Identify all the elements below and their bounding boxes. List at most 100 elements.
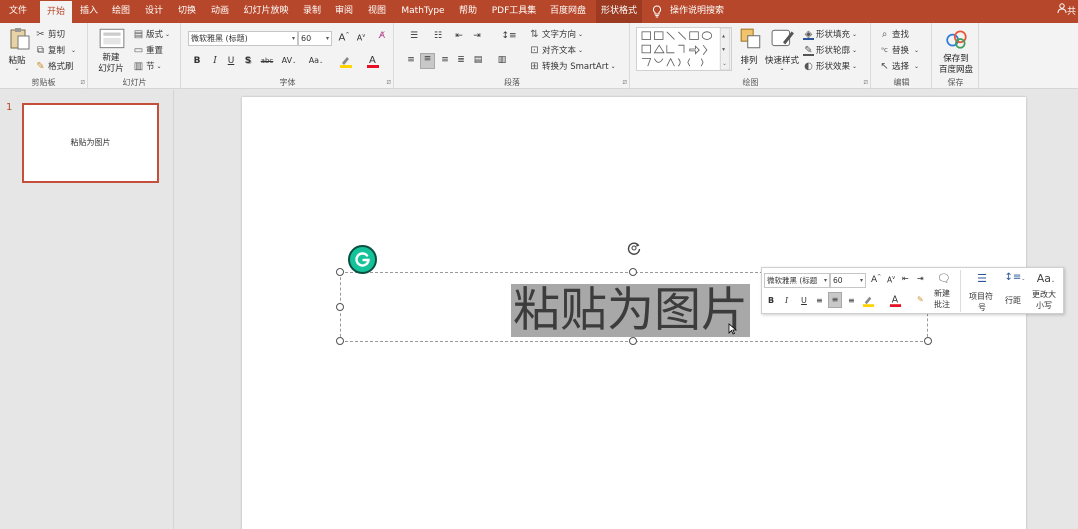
- tab-mathtype[interactable]: MathType: [397, 0, 449, 23]
- mini-new-comment-button[interactable]: 🗨 新建 批注: [930, 272, 958, 312]
- bold-button[interactable]: B: [191, 56, 203, 66]
- mini-increase-indent-icon[interactable]: ⇥: [917, 274, 924, 283]
- align-left-button[interactable]: ≡: [405, 55, 417, 65]
- paste-button[interactable]: 粘贴 ⌄: [4, 27, 30, 73]
- arrange-icon: [740, 28, 761, 49]
- format-painter-button[interactable]: ✎ 格式刷: [35, 60, 73, 73]
- font-size-combo[interactable]: 60 ▾: [298, 31, 332, 46]
- layout-button[interactable]: ▤ 版式 ⌄: [133, 28, 170, 41]
- mini-grow-font-button[interactable]: A^: [871, 274, 881, 285]
- save-to-netdisk-button[interactable]: 保存到 百度网盘: [935, 27, 977, 75]
- tab-help[interactable]: 帮助: [455, 0, 481, 23]
- grow-font-button[interactable]: A^: [338, 32, 350, 43]
- mini-underline-button[interactable]: U: [801, 296, 807, 305]
- mini-align-right-icon[interactable]: ≡: [848, 296, 855, 305]
- mini-shrink-font-button[interactable]: Av: [887, 275, 895, 285]
- find-button[interactable]: ⌕ 查找: [879, 28, 909, 41]
- font-launcher-icon[interactable]: ⧄: [387, 78, 391, 87]
- tab-home[interactable]: 开始: [40, 1, 72, 23]
- mini-format-painter-icon[interactable]: ✎: [917, 295, 924, 304]
- tab-shape-format[interactable]: 形状格式: [596, 0, 642, 23]
- shape-effects-button[interactable]: ◐ 形状效果 ⌄: [803, 60, 857, 73]
- justify-button[interactable]: ≣: [455, 55, 467, 65]
- tab-slideshow[interactable]: 幻灯片放映: [240, 0, 292, 23]
- text-shadow-button[interactable]: S: [242, 56, 254, 66]
- paragraph-launcher-icon[interactable]: ⧄: [623, 78, 627, 87]
- shrink-font-button[interactable]: Av: [355, 33, 367, 43]
- text-direction-button[interactable]: ⇅ 文字方向 ⌄: [529, 28, 583, 41]
- tab-transitions[interactable]: 切换: [174, 0, 200, 23]
- shape-fill-button[interactable]: ◈ 形状填充 ⌄: [803, 28, 857, 40]
- underline-button[interactable]: U: [225, 56, 237, 66]
- mini-italic-button[interactable]: I: [785, 296, 788, 305]
- replace-button[interactable]: ᵃc 替换 ⌄: [879, 44, 919, 57]
- font-color-button[interactable]: A: [364, 54, 382, 71]
- cut-button[interactable]: ✂ 剪切: [35, 28, 65, 41]
- char-spacing-button[interactable]: AV⌄: [280, 56, 298, 65]
- distributed-button[interactable]: ▤: [472, 55, 484, 65]
- clipboard-launcher-icon[interactable]: ⧄: [81, 78, 85, 87]
- new-slide-button[interactable]: 新建 幻灯片: [93, 27, 129, 74]
- resize-handle-left[interactable]: [336, 303, 344, 311]
- convert-smartart-button[interactable]: ⊞ 转换为 SmartArt ⌄: [529, 60, 615, 73]
- resize-handle-top-left[interactable]: [336, 268, 344, 276]
- tab-draw[interactable]: 绘图: [108, 0, 134, 23]
- select-button[interactable]: ↖ 选择 ⌄: [879, 60, 919, 73]
- mini-font-name-combo[interactable]: 微软雅黑 (标题 ▾: [764, 273, 830, 288]
- numbering-button[interactable]: ☷: [427, 31, 449, 41]
- slide-thumbnail[interactable]: 粘贴为图片: [22, 103, 159, 183]
- strikethrough-button[interactable]: abc: [258, 57, 276, 65]
- tab-review[interactable]: 审阅: [331, 0, 357, 23]
- mini-align-left-icon[interactable]: ≡: [816, 296, 823, 305]
- tell-me-search[interactable]: 操作说明搜索: [652, 0, 724, 23]
- clear-formatting-icon[interactable]: A̸: [376, 31, 388, 41]
- copy-dropdown-icon[interactable]: ⌄: [71, 47, 76, 54]
- tab-view[interactable]: 视图: [364, 0, 390, 23]
- increase-indent-button[interactable]: ⇥: [471, 31, 483, 41]
- decrease-indent-button[interactable]: ⇤: [453, 31, 465, 41]
- mini-highlight-button[interactable]: [862, 294, 875, 309]
- tab-design[interactable]: 设计: [141, 0, 167, 23]
- shapes-gallery[interactable]: ▴ ▾ ⌄: [636, 27, 732, 71]
- share-button[interactable]: 共: [1057, 0, 1076, 23]
- arrange-button[interactable]: 排列 ⌄: [735, 27, 763, 75]
- tab-animations[interactable]: 动画: [207, 0, 233, 23]
- drawing-launcher-icon[interactable]: ⧄: [864, 78, 868, 87]
- slide-title-text[interactable]: 粘贴为图片: [511, 284, 750, 337]
- resize-handle-bottom-left[interactable]: [336, 337, 344, 345]
- mini-line-spacing-button[interactable]: ↕≡⌄ 行距: [1002, 272, 1028, 312]
- reset-button[interactable]: ▭ 重置: [133, 44, 163, 57]
- align-right-button[interactable]: ≡: [439, 55, 451, 65]
- highlight-color-button[interactable]: [337, 54, 355, 71]
- tab-record[interactable]: 录制: [299, 0, 325, 23]
- quick-styles-button[interactable]: 快速样式 ⌄: [763, 27, 801, 75]
- bullets-button[interactable]: ☰: [403, 31, 425, 41]
- columns-button[interactable]: ▥: [493, 55, 511, 65]
- copy-button[interactable]: ⧉ 复制 ⌄: [35, 44, 76, 57]
- mini-bold-button[interactable]: B: [768, 296, 774, 305]
- line-spacing-button[interactable]: ↕≡: [499, 31, 519, 41]
- resize-handle-bottom-right[interactable]: [924, 337, 932, 345]
- mini-change-case-button[interactable]: Aa⌄ 更改大 小写: [1030, 272, 1062, 312]
- paste-dropdown-icon[interactable]: ⌄: [4, 65, 30, 72]
- grammarly-icon[interactable]: [348, 245, 377, 274]
- shape-outline-button[interactable]: ✎ 形状轮廓 ⌄: [803, 44, 857, 56]
- font-name-combo[interactable]: 微软雅黑 (标题) ▾: [188, 31, 298, 46]
- rotate-handle-icon[interactable]: [626, 240, 642, 256]
- mini-font-size-combo[interactable]: 60 ▾: [830, 273, 866, 288]
- align-center-button[interactable]: ≡: [420, 53, 435, 69]
- mini-decrease-indent-icon[interactable]: ⇤: [902, 274, 909, 283]
- align-text-button[interactable]: ⊡ 对齐文本 ⌄: [529, 44, 583, 57]
- tab-pdf-tools[interactable]: PDF工具集: [489, 0, 539, 23]
- tab-file[interactable]: 文件: [0, 0, 36, 23]
- mini-align-center-icon[interactable]: ≡: [828, 292, 842, 308]
- change-case-button[interactable]: Aa⌄: [306, 56, 326, 65]
- resize-handle-top[interactable]: [629, 268, 637, 276]
- tab-baidu-netdisk[interactable]: 百度网盘: [545, 0, 591, 23]
- tab-insert[interactable]: 插入: [76, 0, 102, 23]
- italic-button[interactable]: I: [209, 56, 221, 66]
- mini-bullets-button[interactable]: ☰ 项目符 号: [966, 272, 998, 312]
- section-button[interactable]: ▥ 节 ⌄: [133, 60, 162, 73]
- resize-handle-bottom[interactable]: [629, 337, 637, 345]
- mini-font-color-button[interactable]: A: [889, 294, 902, 309]
